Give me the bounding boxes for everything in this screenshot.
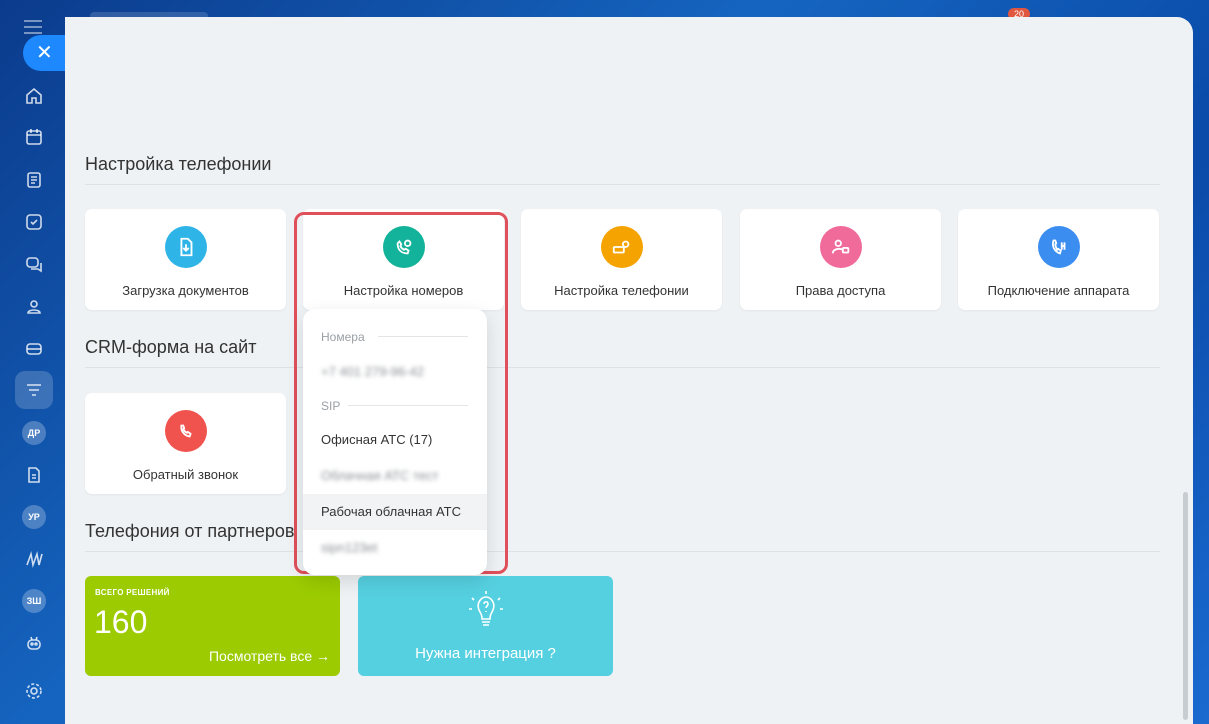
- card-label: Подключение аппарата: [987, 283, 1130, 298]
- calendar-icon[interactable]: [15, 118, 53, 156]
- section-title-crm-form: CRM-форма на сайт: [85, 337, 257, 357]
- card-callback[interactable]: Обратный звонок: [85, 393, 286, 494]
- chat-icon[interactable]: [15, 245, 53, 283]
- pbx-gear-icon: [601, 226, 643, 268]
- document-icon[interactable]: [15, 161, 53, 199]
- menu-icon[interactable]: [24, 20, 42, 34]
- download-doc-icon: [165, 226, 207, 268]
- section-divider: [85, 184, 1160, 185]
- card-label: Загрузка документов: [122, 283, 249, 298]
- card-documents[interactable]: Загрузка документов: [85, 209, 286, 310]
- rail-badge-zsh[interactable]: ЗШ: [15, 582, 53, 620]
- settings-icon[interactable]: [15, 672, 53, 710]
- task-icon[interactable]: [15, 203, 53, 241]
- dropdown-header-numbers: Номера: [321, 330, 365, 344]
- sites-icon[interactable]: [15, 540, 53, 578]
- crm-icon[interactable]: [15, 330, 53, 368]
- dropdown-item-number[interactable]: +7 401 279-96-42: [303, 354, 487, 390]
- section-title-partners: Телефония от партнеров: [85, 521, 295, 541]
- card-access-rights[interactable]: Права доступа: [740, 209, 941, 310]
- view-all-link[interactable]: Посмотреть все →: [209, 648, 330, 664]
- rail-badge-dr[interactable]: ДР: [15, 414, 53, 452]
- section-divider: [85, 551, 1160, 552]
- all-solutions-tile[interactable]: ВСЕГО РЕШЕНИЙ 160 Посмотреть все →: [85, 576, 340, 676]
- left-rail: ✕ ДР УР ЗШ: [0, 0, 69, 724]
- scrollbar[interactable]: [1183, 492, 1188, 720]
- phone-plug-icon: [1038, 226, 1080, 268]
- card-device-connection[interactable]: Подключение аппарата: [958, 209, 1159, 310]
- dropdown-item-sip[interactable]: sipn123et: [303, 530, 487, 566]
- section-divider: [85, 367, 1160, 368]
- dropdown-header-sip: SIP: [321, 399, 341, 413]
- section-title-telephony: Настройка телефонии: [85, 154, 272, 174]
- arrow-right-icon: →: [316, 648, 330, 664]
- dropdown-item-sip[interactable]: Облачная АТС тест: [303, 458, 487, 494]
- solutions-caption: ВСЕГО РЕШЕНИЙ: [95, 588, 170, 597]
- dropdown-item-sip[interactable]: Рабочая облачная АТС: [303, 494, 487, 530]
- card-label: Настройка телефонии: [554, 283, 689, 298]
- home-icon[interactable]: [15, 77, 53, 115]
- rail-badge-ur[interactable]: УР: [15, 498, 53, 536]
- telephony-panel: Настройка телефонии Загрузка документов …: [65, 17, 1193, 724]
- numbers-dropdown: Номера +7 401 279-96-42 SIP Офисная АТС …: [303, 309, 487, 575]
- solutions-count: 160: [94, 604, 148, 640]
- card-label: Права доступа: [795, 283, 886, 298]
- lightbulb-icon: [464, 588, 508, 632]
- user-lock-icon: [820, 226, 862, 268]
- need-integration-tile[interactable]: Нужна интеграция ?: [358, 576, 613, 676]
- card-telephony-settings[interactable]: Настройка телефонии: [521, 209, 722, 310]
- funnel-icon[interactable]: [15, 371, 53, 409]
- contacts-icon[interactable]: [15, 288, 53, 326]
- dropdown-divider: [378, 336, 468, 337]
- close-panel-button[interactable]: ✕: [23, 35, 69, 71]
- card-label: Обратный звонок: [132, 467, 239, 482]
- callback-icon: [165, 410, 207, 452]
- dropdown-item-sip[interactable]: Офисная АТС (17): [303, 422, 487, 458]
- need-integration-label: Нужна интеграция ?: [415, 645, 556, 662]
- robot-icon[interactable]: [15, 624, 53, 662]
- file-icon[interactable]: [15, 456, 53, 494]
- dropdown-divider: [348, 405, 468, 406]
